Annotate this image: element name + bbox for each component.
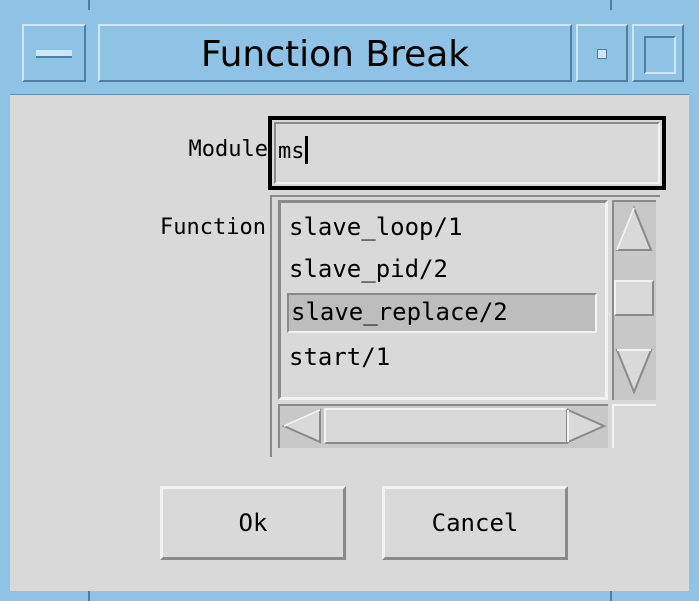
scrollbar-corner [612, 404, 656, 448]
dialog-window: Function Break Module ms Function slave_… [0, 0, 699, 601]
resize-mark [610, 591, 612, 601]
minimize-button[interactable] [576, 24, 628, 82]
list-item-selected[interactable]: slave_replace/2 [287, 293, 597, 333]
function-label: Function [160, 215, 266, 240]
module-input-bevel [274, 122, 660, 184]
title-bar[interactable]: Function Break [10, 10, 689, 95]
list-item[interactable]: slave_pid/2 [287, 249, 597, 289]
window-border-left[interactable] [0, 0, 10, 601]
ok-button[interactable]: Ok [160, 486, 346, 560]
list-item[interactable]: start/1 [287, 337, 597, 377]
resize-mark [610, 0, 612, 10]
resize-mark [88, 0, 90, 10]
window-border-right[interactable] [689, 0, 699, 601]
window-border-top[interactable] [0, 0, 699, 10]
triangle-left-icon[interactable] [280, 406, 324, 446]
resize-mark [88, 591, 90, 601]
module-input-content: ms [278, 136, 308, 164]
module-input[interactable]: ms [268, 116, 666, 190]
triangle-up-icon[interactable] [614, 202, 654, 256]
maximize-icon [644, 36, 676, 74]
window-border-bottom[interactable] [0, 591, 699, 601]
triangle-right-icon[interactable] [564, 406, 608, 446]
window-menu-button[interactable] [22, 24, 86, 82]
minimize-icon [597, 49, 607, 59]
function-listbox[interactable]: slave_loop/1 slave_pid/2 slave_replace/2… [278, 200, 608, 400]
triangle-down-icon[interactable] [614, 344, 654, 398]
minus-bar-icon [36, 50, 72, 58]
horizontal-scroll-thumb[interactable] [324, 408, 568, 444]
vertical-scroll-thumb[interactable] [614, 280, 654, 316]
cancel-button[interactable]: Cancel [382, 486, 568, 560]
module-input-value: ms [278, 139, 305, 164]
module-label: Module [188, 137, 268, 162]
maximize-button[interactable] [632, 24, 684, 82]
list-item[interactable]: slave_loop/1 [287, 207, 597, 247]
window-title[interactable]: Function Break [98, 24, 572, 82]
text-cursor [304, 136, 308, 164]
